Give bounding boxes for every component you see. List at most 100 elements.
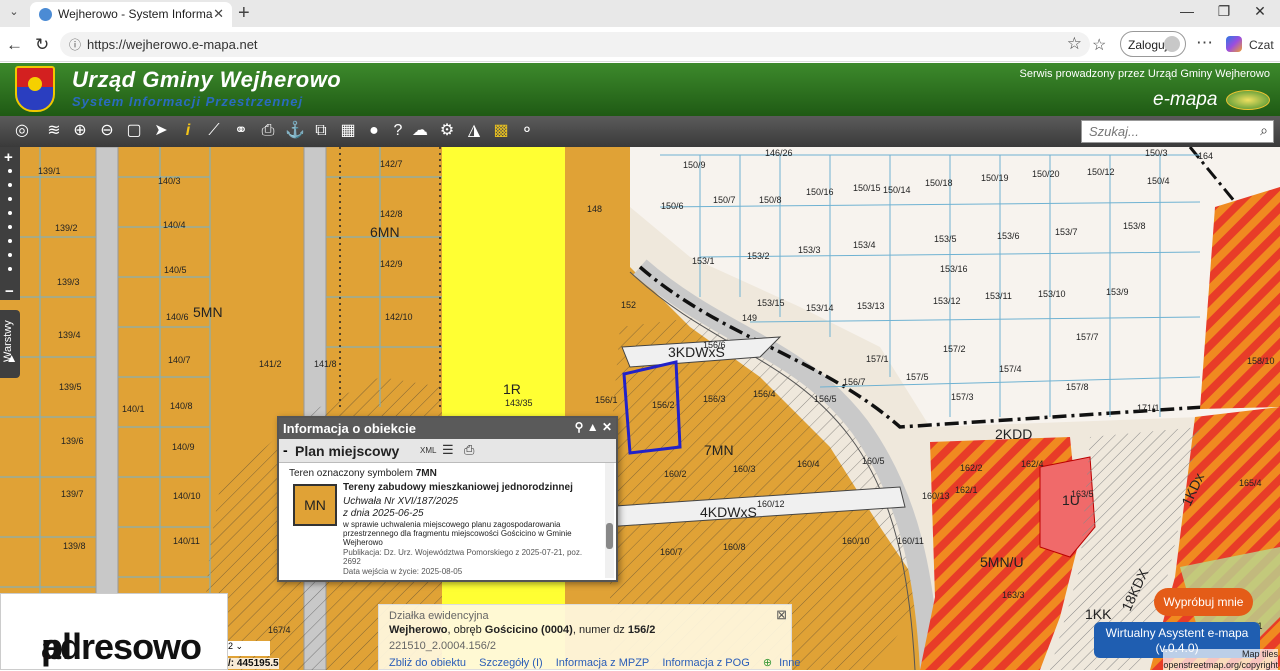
info-window[interactable]: Informacja o obiekcie ⚲ ▲ ✕ - Plan miejs… (277, 416, 618, 582)
pin-icon[interactable]: ⚲ (575, 420, 584, 434)
collapse-icon[interactable]: ▲ (587, 420, 599, 434)
triangle-icon[interactable]: ◮ (463, 120, 485, 142)
parcel-label: 153/9 (1106, 287, 1129, 297)
list-icon[interactable]: ☰ (442, 442, 454, 458)
collapse-section-icon[interactable]: - (283, 442, 288, 458)
zoom-out-map-icon[interactable]: − (5, 283, 14, 300)
parcel-label: 140/8 (170, 401, 193, 411)
bookmark-star-icon[interactable]: ☆ (1067, 34, 1082, 54)
pog-info-link[interactable]: Informacja z POG (662, 657, 749, 669)
address-bar[interactable]: ⓘ https://wejherowo.e-mapa.net ☆ (60, 32, 1090, 57)
parcel-label: 153/15 (757, 298, 785, 308)
layers-icon[interactable]: ≋ (43, 120, 65, 142)
zoom-out-icon[interactable]: ⊖ (96, 120, 118, 142)
search-input[interactable] (1082, 121, 1247, 142)
site-info-icon[interactable]: ⓘ (69, 36, 81, 53)
parcel-label: 150/16 (806, 187, 834, 197)
close-panel-icon[interactable]: ⊠ (776, 607, 787, 623)
parcel-label: 160/5 (862, 456, 885, 466)
minimize-icon[interactable]: — (1177, 3, 1197, 19)
browser-tab[interactable]: Wejherowo - System Informacji Pr... ✕ (30, 2, 232, 27)
map-toolbar: ◎ ≋ ⊕ ⊖ ▢ ➤ i ⟋ ⚭ ⎙ ⚓ ⧉ ▦ ● ? ☁ ⚙ ◮ ▩ ⚬ … (0, 116, 1280, 147)
map-canvas[interactable]: 6MN 5MN 1R 7MN 3KDWxS 4KDWxS 2KDD 5MN/U … (0, 147, 1280, 670)
parcel-type: Działka ewidencyjna (389, 610, 489, 622)
parcel-label: 150/14 (883, 185, 911, 195)
close-window-icon[interactable]: ✕ (1250, 3, 1270, 20)
parcel-label: 153/11 (985, 291, 1012, 301)
share-icon[interactable]: ⚬ (516, 120, 538, 142)
parcel-label: 153/10 (1038, 289, 1066, 299)
help-icon[interactable]: ? (387, 120, 409, 142)
print-icon[interactable]: ⎙ (257, 120, 279, 142)
parcel-label: 153/6 (997, 231, 1020, 241)
mpzp-info-link[interactable]: Informacja z MPZP (556, 657, 650, 669)
parcel-main: Wejherowo, obręb Gościcino (0004), numer… (389, 624, 655, 636)
copilot-label[interactable]: Czat (1249, 38, 1274, 52)
attribution: Map tiles openstreetmap.org/copyright (1163, 649, 1278, 671)
try-me-button[interactable]: Wypróbuj mnie (1154, 588, 1253, 616)
comment-icon[interactable]: ● (363, 120, 385, 142)
settings-icon[interactable]: ⚙ (436, 120, 458, 142)
parcel-label: 150/18 (925, 178, 953, 188)
search-box[interactable]: ⌕ (1081, 120, 1274, 143)
back-icon[interactable]: ← (6, 35, 23, 55)
copilot-icon[interactable] (1226, 36, 1242, 52)
info-icon[interactable]: i (177, 120, 199, 142)
zoom-in-map-icon[interactable]: + (4, 149, 13, 166)
parcel-label: 156/5 (814, 394, 837, 404)
mosaic-icon[interactable]: ▩ (490, 120, 512, 142)
expand-arrow-icon: ▶ (6, 355, 16, 362)
zoom-in-icon[interactable]: ⊕ (69, 120, 91, 142)
layers-panel-tab[interactable]: Warstwy ▶ (0, 310, 20, 378)
export-icon[interactable]: ⧉ (310, 120, 332, 142)
parcel-label: 142/7 (380, 159, 403, 169)
purpose-title: Tereny zabudowy mieszkaniowej jednorodzi… (343, 482, 573, 493)
parcel-label: 150/6 (661, 201, 684, 211)
resolution-date: z dnia 2025-06-25 (343, 508, 424, 519)
xml-button[interactable]: XML (420, 446, 436, 455)
maximize-icon[interactable]: ❐ (1214, 3, 1234, 20)
parcel-label: 162/1 (955, 485, 978, 495)
parcel-label: 160/4 (797, 459, 820, 469)
login-button[interactable]: Zaloguj (1120, 31, 1186, 57)
parcel-municipality: Wejherowo (389, 624, 448, 636)
parcel-label: 157/2 (943, 344, 966, 354)
info-scrollbar[interactable] (605, 463, 614, 578)
details-link[interactable]: Szczegóły (I) (479, 657, 543, 669)
zoom-control[interactable]: + − (0, 147, 20, 300)
more-menu-icon[interactable]: ⋯ (1196, 33, 1213, 53)
scale-value: 2 (228, 641, 234, 651)
zoom-to-object-link[interactable]: Zbliż do obiektu (389, 657, 466, 669)
close-icon[interactable]: ✕ (602, 420, 612, 434)
parcel-label: 156/1 (595, 395, 618, 405)
parcel-label: 157/8 (1066, 382, 1089, 392)
new-tab-icon[interactable]: + (238, 2, 250, 25)
parcel-label: 142/9 (380, 259, 403, 269)
full-extent-icon[interactable]: ▢ (123, 120, 145, 142)
tab-list-icon[interactable]: ⌄ (6, 4, 22, 20)
info-window-header[interactable]: Informacja o obiekcie ⚲ ▲ ✕ (279, 418, 616, 439)
favorites-icon[interactable]: ☆ (1092, 35, 1106, 55)
globe-icon[interactable]: ◎ (6, 120, 38, 142)
cloud-icon[interactable]: ☁ (409, 120, 431, 142)
adresowo-logo[interactable]: adresowo. pl (0, 593, 228, 670)
scale-select[interactable]: 2 ⌄ (228, 641, 270, 656)
url-text: https://wejherowo.e-mapa.net (87, 37, 258, 52)
reload-icon[interactable]: ↻ (35, 35, 49, 55)
close-tab-icon[interactable]: ✕ (213, 6, 224, 22)
table-icon[interactable]: ▦ (337, 120, 359, 142)
attribution-line-2[interactable]: openstreetmap.org/copyright (1163, 660, 1278, 671)
measure-icon[interactable]: ⟋ (203, 120, 225, 142)
parcel-label: 139/1 (38, 166, 61, 176)
add-circle-icon[interactable]: ⊕ (763, 657, 772, 669)
link-icon[interactable]: ⚭ (230, 120, 252, 142)
scroll-thumb[interactable] (606, 523, 613, 549)
other-link[interactable]: Inne (779, 657, 800, 669)
anchor-icon[interactable]: ⚓ (284, 120, 306, 142)
print-icon[interactable]: ⎙ (464, 442, 474, 458)
select-arrow-icon[interactable]: ➤ (150, 120, 172, 142)
zone-label: 1R (503, 381, 521, 397)
search-icon[interactable]: ⌕ (1260, 122, 1268, 139)
parcel-label: 140/5 (164, 265, 187, 275)
assistant-label: Wirtualny Asystent e-mapa (1105, 626, 1249, 640)
